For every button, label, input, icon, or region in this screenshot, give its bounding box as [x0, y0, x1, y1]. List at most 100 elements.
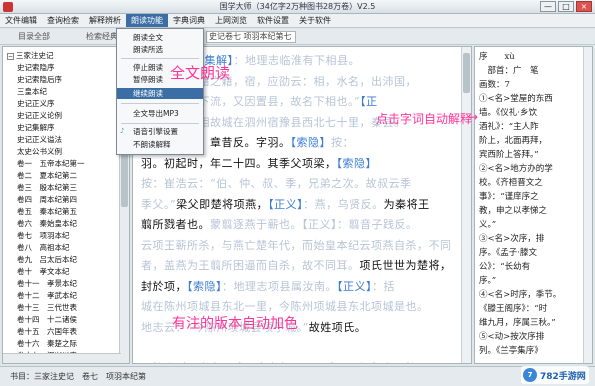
- tree-node-label: 卷六 秦始皇本纪: [17, 219, 77, 228]
- close-button[interactable]: ×: [576, 1, 592, 12]
- text-segment[interactable]: 按：: [331, 136, 354, 149]
- read-aloud-menu: 朗读全文 朗读所选 停止朗读 暂停朗读 继续朗读 全文导出MP3 ♪ 语音引擎设…: [116, 28, 204, 155]
- reading-scrollbar[interactable]: [461, 47, 471, 363]
- tree-node-label: 三家注史记: [16, 51, 54, 60]
- definition-line: 部首：广 笔: [479, 66, 539, 76]
- menu-item-continue[interactable]: 继续朗读: [117, 88, 203, 99]
- tree-hscrollbar[interactable]: [3, 353, 121, 363]
- text-segment[interactable]: 羽。初起时，年二十四。其季父项梁，: [141, 157, 337, 170]
- annotation-marker[interactable]: 【索隐】: [337, 157, 378, 170]
- definition-line: ......: [479, 358, 583, 363]
- catalog-label[interactable]: 目录全部: [18, 31, 50, 42]
- tree-node[interactable]: 卷十一 孝景本纪: [7, 278, 127, 290]
- text-segment[interactable]: ：地理志临淮有下相县。: [234, 54, 361, 67]
- tree-node[interactable]: 史记集解序: [7, 122, 127, 134]
- annotation-marker[interactable]: 【正义】: [268, 198, 303, 211]
- tree-node[interactable]: 卷三 殷本纪第三: [7, 182, 127, 194]
- tree-node[interactable]: 卷十四 十二诸侯: [7, 314, 127, 326]
- menu-item-read-selected[interactable]: 朗读所选: [117, 44, 203, 55]
- menu-explain[interactable]: 解释辨析: [84, 14, 126, 27]
- definition-line: 序。《孟子·滕文: [479, 248, 537, 258]
- tree-node[interactable]: 卷十 孝文本纪: [7, 266, 127, 278]
- annotation-marker[interactable]: 【索隐】: [291, 136, 332, 149]
- menu-item-voice-engine[interactable]: 语音引擎设置: [117, 126, 203, 137]
- text-segment[interactable]: ：燕，乌贤反。: [303, 198, 384, 211]
- text-line: 羽。初起时，年二十四。其季父项梁，【索隐】: [141, 154, 459, 175]
- text-segment[interactable]: 季父。”: [141, 198, 176, 211]
- text-segment[interactable]: 翦所戮者也。: [141, 218, 210, 231]
- tree-node[interactable]: 三皇本纪: [7, 86, 127, 98]
- text-segment[interactable]: ：括: [372, 280, 395, 293]
- search-label[interactable]: 检索经典: [86, 31, 118, 42]
- tree-node[interactable]: 史记正义谥法: [7, 134, 127, 146]
- text-segment[interactable]: 梁父即楚将项燕，: [176, 198, 268, 211]
- tree-node-label: 卷三 殷本纪第三: [17, 183, 77, 192]
- tree-node[interactable]: 史记正义论例: [7, 110, 127, 122]
- tree-node[interactable]: 卷七 项羽本纪: [7, 230, 127, 242]
- menu-bar: 文件编辑 查询检索 解释辨析 朗读功能 字典词典 上网浏览 软件设置 关于软件: [0, 14, 595, 28]
- tree-node-label: 史记集解序: [17, 123, 55, 132]
- text-segment[interactable]: 故姓项氏。: [309, 321, 367, 334]
- tree-node[interactable]: 太史公书义例: [7, 146, 127, 158]
- menu-dictionary[interactable]: 字典词典: [168, 14, 210, 27]
- book-title-field[interactable]: 史记卷七 项羽本纪第七: [206, 31, 296, 43]
- definition-line: 列。《兰亭集序》: [479, 346, 543, 356]
- watermark-text: 782手游网: [540, 372, 586, 382]
- menu-item-export-mp3[interactable]: 全文导出MP3: [117, 108, 203, 119]
- overlay-annotated-color: 有注的版本自动加色: [172, 316, 298, 332]
- annotation-marker[interactable]: 【正: [360, 95, 378, 108]
- text-segment[interactable]: 为秦将王: [384, 198, 430, 211]
- tree-node-label: 卷一 五帝本纪第一: [17, 159, 85, 168]
- tree-node[interactable]: 卷十二 孝武本纪: [7, 290, 127, 302]
- text-segment[interactable]: 蒙翦逐燕于蕲也。【正义】：翦音子践反。: [210, 218, 418, 231]
- text-segment[interactable]: 者，盖燕为王翦所困逼而自杀，故不同耳。: [141, 259, 360, 272]
- tree-node[interactable]: 卷九 吕太后本纪: [7, 254, 127, 266]
- tree-expand-toggle[interactable]: −: [7, 52, 14, 60]
- menu-about[interactable]: 关于软件: [294, 14, 336, 27]
- annotation-marker[interactable]: 【索隐】: [187, 280, 222, 293]
- menu-file[interactable]: 文件编辑: [0, 14, 42, 27]
- text-segment[interactable]: 项籍少时，学书不成，去学剑，又不成。项梁怒之。籍: [141, 362, 417, 364]
- menu-read-aloud[interactable]: 朗读功能: [126, 14, 168, 27]
- menu-search[interactable]: 查询检索: [42, 14, 84, 27]
- text-segment[interactable]: 按：崔浩云：“伯、仲、叔、季，兄弟之次。故叔云季: [141, 177, 412, 190]
- tree-node-label: 卷七 项羽本纪: [17, 231, 70, 240]
- definition-line: 宾西阶上答拜。”: [479, 150, 539, 160]
- tree-node[interactable]: − 三家注史记: [7, 50, 127, 62]
- tree-node-label: 史记正义论例: [17, 111, 62, 120]
- tree-node[interactable]: 卷二 夏本纪第二: [7, 170, 127, 182]
- tree-node[interactable]: 史记正义序: [7, 98, 127, 110]
- tree-node[interactable]: 卷五 秦本纪第五: [7, 206, 127, 218]
- menu-settings[interactable]: 软件设置: [252, 14, 294, 27]
- tree-node[interactable]: 卷四 周本纪第四: [7, 194, 127, 206]
- menu-item-no-explanation[interactable]: 不朗读解释: [117, 139, 203, 150]
- text-segment[interactable]: 云项王蕲所杀，与燕亡楚年代，而始皇本纪云项燕自杀，不同: [141, 239, 452, 252]
- minimize-button[interactable]: —: [540, 1, 556, 12]
- menu-item-read-all[interactable]: 朗读全文: [117, 32, 203, 43]
- text-segment[interactable]: 项氏世世为楚将，: [360, 259, 452, 272]
- text-segment[interactable]: 封於项，: [141, 280, 187, 293]
- title-bar: 国学大师（34亿字2万种图书28万卷）V2.5 — □ ×: [0, 0, 595, 14]
- maximize-button[interactable]: □: [558, 1, 574, 12]
- tree-node[interactable]: 卷十六 秦楚之际: [7, 338, 127, 350]
- tree-node[interactable]: 卷十五 六国年表: [7, 326, 127, 338]
- overlay-full-text-read: 全文朗读: [170, 64, 231, 82]
- menu-separator: [121, 123, 199, 124]
- definition-line: ②<名>地方办的学: [479, 164, 553, 174]
- tree-node[interactable]: 史记索隐后序: [7, 74, 127, 86]
- text-line: [141, 338, 459, 359]
- menu-browse[interactable]: 上网浏览: [210, 14, 252, 27]
- tree-node[interactable]: 史记索隐序: [7, 62, 127, 74]
- dictionary-scrollbar[interactable]: [583, 47, 592, 363]
- tree-node-label: 卷十三 三代世表: [17, 303, 77, 312]
- tree-node[interactable]: 卷十三 三代世表: [7, 302, 127, 314]
- tree-node-label: 卷十 孝文本纪: [17, 267, 70, 276]
- tree-node[interactable]: 卷八 高祖本纪: [7, 242, 127, 254]
- text-segment[interactable]: 城在陈州项城县东北一里，今陈州项城县东北项城是也。: [141, 300, 429, 313]
- tree-node-label: 卷四 周本纪第四: [17, 195, 77, 204]
- reading-scroll-thumb[interactable]: [463, 53, 470, 93]
- text-segment[interactable]: ：地理志项县属汝南。: [222, 280, 337, 293]
- tree-node[interactable]: 卷一 五帝本纪第一: [7, 158, 127, 170]
- annotation-marker[interactable]: 【正义】: [337, 280, 372, 293]
- tree-node[interactable]: 卷六 秦始皇本纪: [7, 218, 127, 230]
